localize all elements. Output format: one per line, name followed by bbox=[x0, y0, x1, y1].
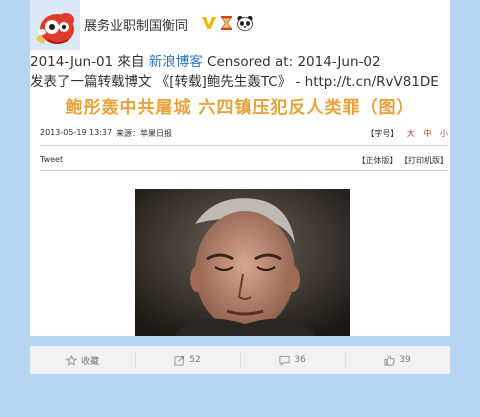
comment-count: 36 bbox=[294, 355, 306, 365]
repost-count: 52 bbox=[189, 355, 201, 365]
cartoon-avatar-icon bbox=[30, 0, 80, 50]
post-meta: 2014-Jun-01 來自 新浪博客 Censored at: 2014-Ju… bbox=[30, 52, 450, 72]
post-header: 展务业职制国衡同 bbox=[30, 0, 450, 50]
like-button[interactable]: 39 bbox=[345, 346, 450, 374]
font-size-small: 小 bbox=[440, 129, 448, 138]
article-photo bbox=[135, 189, 350, 336]
article-datetime: 2013-05-19 13:37 bbox=[40, 128, 113, 137]
post-text: 发表了一篇转载博文 《[转载]鲍先生轰TC》 - http://t.cn/RvV… bbox=[30, 74, 439, 90]
from-label: 來自 bbox=[117, 54, 145, 70]
hourglass-icon[interactable] bbox=[220, 15, 233, 31]
font-size-medium: 中 bbox=[423, 129, 432, 138]
thumbs-up-icon bbox=[384, 355, 395, 365]
verified-v-icon[interactable] bbox=[201, 15, 217, 31]
action-bar: 收藏 52 36 39 bbox=[30, 346, 450, 374]
username[interactable]: 展务业职制国衡同 bbox=[84, 15, 188, 34]
like-count: 39 bbox=[399, 355, 411, 365]
portrait-photo-icon bbox=[135, 189, 350, 336]
censored-label: Censored at: bbox=[207, 54, 294, 70]
star-icon bbox=[65, 354, 77, 366]
avatar[interactable] bbox=[30, 0, 80, 50]
post-date[interactable]: 2014-Jun-01 bbox=[30, 54, 113, 70]
favorite-button[interactable]: 收藏 bbox=[30, 346, 135, 374]
font-size-control: 【字号】 大 中 小 bbox=[366, 128, 448, 139]
divider bbox=[40, 145, 448, 146]
weibo-card: 展务业职制国衡同 2014-Jun-01 來自 新浪博客 Censored at… bbox=[30, 0, 450, 336]
article-title: 鲍彤轰中共屠城 六四镇压犯反人类罪（图） bbox=[65, 98, 415, 118]
font-size-label: 【字号】 bbox=[366, 129, 399, 138]
tweet-label: Tweet bbox=[40, 155, 64, 164]
divider bbox=[40, 170, 448, 171]
comment-button[interactable]: 36 bbox=[240, 346, 345, 374]
forward-icon bbox=[174, 355, 185, 365]
censored-date: 2014-Jun-02 bbox=[297, 54, 381, 70]
panda-icon[interactable] bbox=[236, 15, 254, 31]
comment-icon bbox=[279, 355, 290, 366]
article-source: 来源：苹果日报 bbox=[116, 129, 172, 138]
user-badges bbox=[201, 14, 254, 32]
post-source-link[interactable]: 新浪博客 bbox=[149, 54, 203, 70]
favorite-label: 收藏 bbox=[80, 356, 99, 367]
version-links: 【正体版】 【打印机版】 bbox=[357, 156, 448, 165]
font-size-large: 大 bbox=[406, 129, 415, 138]
article-screenshot[interactable]: 鲍彤轰中共屠城 六四镇压犯反人类罪（图） 2013-05-19 13:37 来源… bbox=[30, 91, 450, 336]
repost-button[interactable]: 52 bbox=[135, 346, 240, 374]
